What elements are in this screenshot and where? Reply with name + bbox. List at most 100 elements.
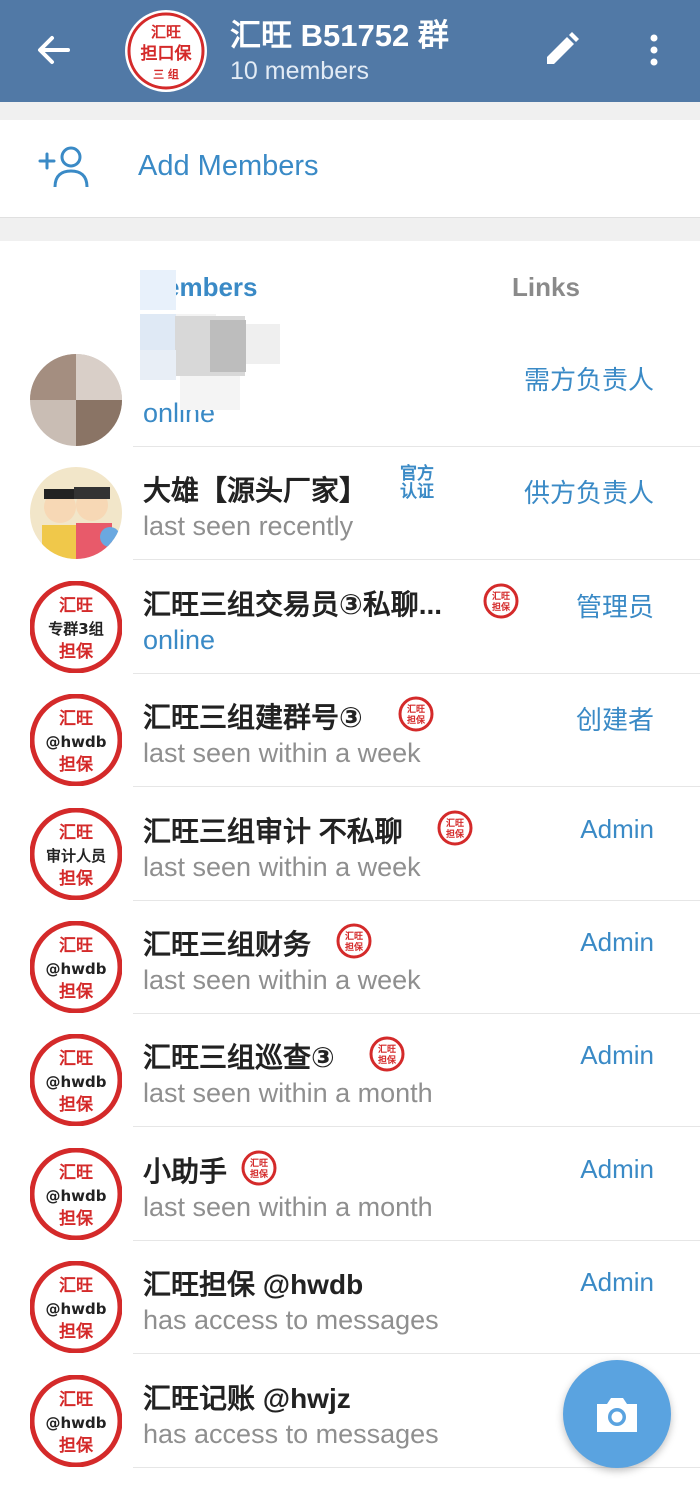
avatar-blurred[interactable] bbox=[30, 354, 122, 446]
verified-badge: 官方 认证 bbox=[400, 464, 434, 501]
svg-text:担保: 担保 bbox=[59, 754, 94, 775]
member-name: 汇旺记账 @hwjz bbox=[143, 1383, 351, 1414]
svg-text:汇旺: 汇旺 bbox=[59, 1163, 93, 1183]
svg-text:汇旺: 汇旺 bbox=[151, 23, 181, 41]
svg-text:汇旺: 汇旺 bbox=[59, 1276, 93, 1296]
svg-text:担保: 担保 bbox=[59, 1208, 94, 1229]
svg-text:担保: 担保 bbox=[59, 868, 94, 889]
member-role: Admin bbox=[580, 927, 654, 957]
svg-text:担保: 担保 bbox=[59, 641, 94, 662]
tab-members[interactable]: embers bbox=[165, 272, 258, 303]
svg-text:汇旺: 汇旺 bbox=[250, 1157, 268, 1169]
member-status: last seen recently bbox=[143, 511, 354, 541]
member-row[interactable]: online 需方负责人 bbox=[0, 314, 700, 447]
tab-links[interactable]: Links bbox=[512, 272, 580, 303]
svg-text:汇旺: 汇旺 bbox=[378, 1043, 396, 1055]
blur-redaction bbox=[210, 320, 246, 372]
add-members-label[interactable]: Add Members bbox=[138, 150, 319, 183]
svg-text:汇旺: 汇旺 bbox=[59, 596, 93, 616]
avatar-guarantee-logo[interactable]: 汇旺 @hwdb 担保 bbox=[30, 1375, 122, 1467]
svg-text:担保: 担保 bbox=[446, 828, 465, 840]
svg-text:担保: 担保 bbox=[250, 1168, 269, 1180]
member-name: 汇旺三组建群号③ bbox=[143, 702, 363, 733]
svg-text:@hwdb: @hwdb bbox=[45, 733, 106, 751]
svg-text:担保: 担保 bbox=[59, 1435, 94, 1456]
member-role: 管理员 bbox=[575, 592, 654, 622]
svg-text:汇旺: 汇旺 bbox=[59, 936, 93, 956]
member-row[interactable]: 汇旺 @hwdb 担保 汇旺担保 @hwdb has access to message… bbox=[0, 1241, 700, 1354]
avatar-guarantee-logo[interactable]: 汇旺 @hwdb 担保 bbox=[30, 694, 122, 786]
svg-text:@hwdb: @hwdb bbox=[45, 1073, 106, 1091]
svg-text:担保: 担保 bbox=[59, 1321, 94, 1342]
camera-fab-button[interactable] bbox=[563, 1360, 671, 1468]
avatar-guarantee-logo[interactable]: 汇旺专群3组担保 bbox=[30, 581, 122, 673]
guarantee-badge-icon: 汇旺担保 bbox=[398, 696, 434, 732]
blur-redaction bbox=[140, 270, 176, 310]
member-row[interactable]: 汇旺 专群3组 担保 汇旺三组交易员③私聊... 汇旺 担保 online 管理员 bbox=[0, 561, 700, 674]
tab-bar bbox=[0, 241, 700, 335]
svg-text:汇旺: 汇旺 bbox=[446, 817, 464, 829]
member-row[interactable]: 汇旺 @hwdb 担保 小助手 汇旺 担保 last seen within a month… bbox=[0, 1128, 700, 1241]
member-role: 创建者 bbox=[575, 705, 654, 735]
avatar-guarantee-logo[interactable]: 汇旺 @hwdb 担保 bbox=[30, 1034, 122, 1126]
member-row[interactable]: 汇旺 @hwdb 担保 汇旺三组财务 汇旺 担保 last seen within a we… bbox=[0, 901, 700, 1014]
member-status: last seen within a week bbox=[143, 738, 421, 768]
blur-redaction bbox=[140, 350, 176, 380]
member-name: 汇旺三组财务 bbox=[143, 929, 312, 960]
member-count: 10 members bbox=[230, 57, 369, 85]
edit-pencil-icon[interactable] bbox=[541, 30, 581, 70]
avatar-guarantee-logo[interactable]: 汇旺 @hwdb 担保 bbox=[30, 1148, 122, 1240]
member-role: 供方负责人 bbox=[523, 478, 654, 508]
blur-redaction bbox=[140, 314, 176, 350]
svg-text:审计人员: 审计人员 bbox=[46, 847, 106, 865]
member-name: 小助手 bbox=[143, 1156, 228, 1187]
group-title[interactable]: 汇旺 B51752 群 bbox=[230, 10, 449, 55]
avatar-cartoon[interactable] bbox=[30, 467, 122, 559]
guarantee-badge-icon: 汇旺担保 bbox=[336, 923, 372, 959]
guarantee-badge-icon: 汇旺担保 bbox=[483, 583, 519, 619]
member-role: Admin bbox=[580, 1267, 654, 1297]
avatar-guarantee-logo[interactable]: 汇旺 @hwdb 担保 bbox=[30, 921, 122, 1013]
member-status: online bbox=[143, 625, 216, 655]
member-status: last seen within a month bbox=[143, 1192, 433, 1222]
avatar-guarantee-logo[interactable]: 汇旺 @hwdb 担保 bbox=[30, 1261, 122, 1353]
group-avatar[interactable]: 汇旺 担口保 三 组 bbox=[124, 9, 208, 93]
svg-text:专群3组: 专群3组 bbox=[48, 620, 103, 638]
svg-text:担保: 担保 bbox=[345, 941, 364, 953]
svg-text:汇旺: 汇旺 bbox=[59, 709, 93, 729]
blur-redaction bbox=[246, 324, 280, 364]
member-role: Admin bbox=[580, 814, 654, 844]
member-name: 汇旺三组巡查③ bbox=[143, 1042, 335, 1073]
guarantee-badge-icon: 汇旺担保 bbox=[437, 810, 473, 846]
member-name: 汇旺担保 @hwdb bbox=[143, 1269, 364, 1300]
member-name: 汇旺三组交易员③私聊... bbox=[143, 589, 443, 620]
row-divider bbox=[133, 786, 700, 787]
member-role: Admin bbox=[580, 1154, 654, 1184]
blur-redaction bbox=[180, 376, 240, 410]
more-vertical-icon[interactable] bbox=[636, 30, 672, 70]
member-row[interactable]: 大雄【源头厂家】 官方 认证 last seen recently 供方负责人 bbox=[0, 447, 700, 560]
svg-text:三 组: 三 组 bbox=[153, 67, 179, 81]
svg-text:汇旺: 汇旺 bbox=[59, 823, 93, 843]
svg-text:@hwdb: @hwdb bbox=[45, 1187, 106, 1205]
row-divider bbox=[133, 559, 700, 560]
section-divider bbox=[0, 102, 700, 120]
svg-text:汇旺: 汇旺 bbox=[492, 590, 510, 602]
avatar-guarantee-logo[interactable]: 汇旺审计人员担保 bbox=[30, 808, 122, 900]
add-members-row[interactable] bbox=[0, 120, 700, 217]
member-row[interactable]: 汇旺 @hwdb 担保 汇旺三组巡查③ 汇旺 担保 last seen within a m… bbox=[0, 1014, 700, 1127]
svg-text:@hwdb: @hwdb bbox=[45, 960, 106, 978]
add-member-icon[interactable] bbox=[38, 145, 92, 189]
camera-icon bbox=[597, 1398, 637, 1432]
svg-text:@hwdb: @hwdb bbox=[45, 1300, 106, 1318]
member-row[interactable]: 汇旺 @hwdb 担保 汇旺三组建群号③ 汇旺 担保 last seen within a … bbox=[0, 674, 700, 787]
svg-text:担保: 担保 bbox=[407, 714, 426, 726]
svg-text:担口保: 担口保 bbox=[141, 43, 193, 64]
member-status: has access to messages bbox=[143, 1305, 439, 1335]
member-status: last seen within a week bbox=[143, 852, 421, 882]
svg-text:担保: 担保 bbox=[378, 1054, 397, 1066]
svg-text:汇旺: 汇旺 bbox=[59, 1390, 93, 1410]
member-row[interactable]: 汇旺 审计人员 担保 汇旺三组审计 不私聊 汇旺 担保 last seen within a… bbox=[0, 788, 700, 901]
member-status: has access to messages bbox=[143, 1419, 439, 1449]
back-arrow-icon[interactable] bbox=[34, 30, 74, 70]
